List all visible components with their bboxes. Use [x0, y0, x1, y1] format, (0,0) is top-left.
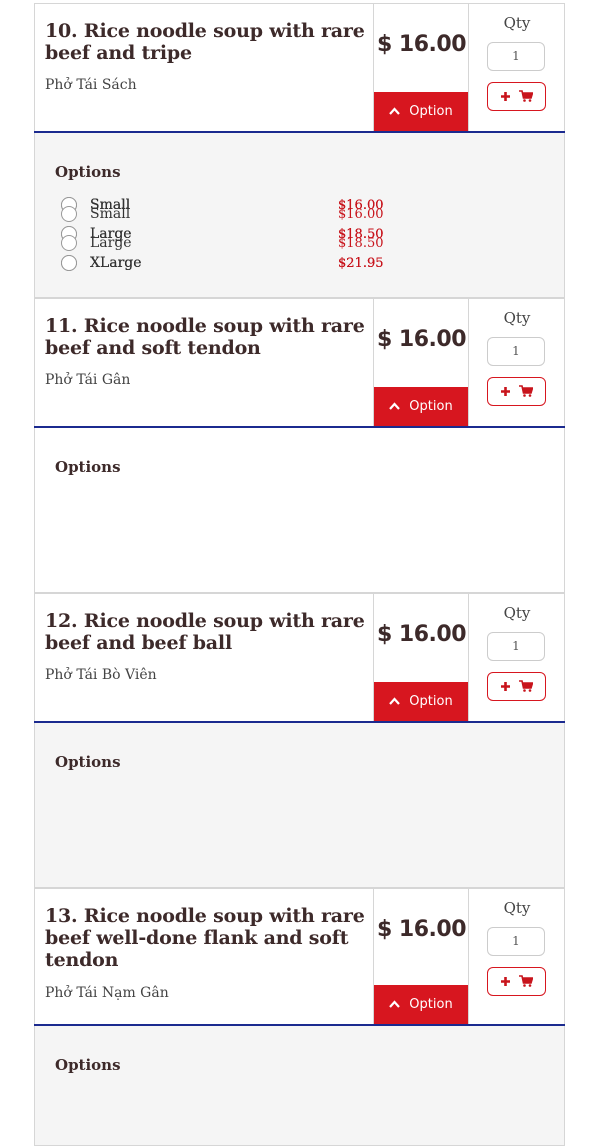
option-toggle-button[interactable]: Option — [374, 92, 468, 131]
item-header: 12. Rice noodle soup with rare beef and … — [34, 593, 565, 721]
item-price: $ 16.00 — [376, 622, 467, 647]
cart-icon — [519, 972, 534, 991]
item-qty-cell: Qty 1 — [469, 4, 565, 131]
option-name: Large — [90, 235, 132, 251]
item-qty-cell: Qty 1 — [469, 299, 565, 426]
item-vietnamese-name: Phở Tái Bò Viên — [45, 667, 157, 683]
item-vietnamese-name: Phở Tái Nạm Gân — [45, 985, 169, 1001]
qty-input[interactable]: 1 — [487, 337, 545, 366]
qty-input[interactable]: 1 — [487, 42, 545, 71]
item-price-cell: $ 16.00 Option — [374, 299, 469, 426]
option-row[interactable]: Small $16.00 — [61, 204, 384, 226]
item-name-cell: 13. Rice noodle soup with rare beef well… — [35, 889, 374, 1024]
qty-input[interactable]: 1 — [487, 632, 545, 661]
qty-input[interactable]: 1 — [487, 927, 545, 956]
radio-button[interactable] — [61, 235, 77, 251]
menu-item: 13. Rice noodle soup with rare beef well… — [34, 206, 565, 1146]
option-price: $16.00 — [338, 207, 384, 222]
option-button-label: Option — [409, 694, 453, 709]
add-to-cart-button[interactable] — [487, 967, 546, 996]
option-toggle-button[interactable]: Option — [374, 985, 468, 1024]
item-title: 10. Rice noodle soup with rare beef and … — [45, 20, 365, 64]
item-price: $ 16.00 — [376, 917, 467, 942]
options-heading: Options — [55, 1056, 121, 1074]
item-name-cell: 11. Rice noodle soup with rare beef and … — [35, 299, 374, 426]
item-price-cell: $ 16.00 Option — [374, 4, 469, 131]
option-row[interactable]: Large $18.50 — [61, 233, 384, 255]
options-panel: Options Small $16.00 Large $18.50 XLarge $21.9… — [34, 197, 565, 888]
option-price: $21.95 — [338, 256, 384, 271]
option-name: XLarge — [90, 255, 142, 271]
cart-icon — [519, 382, 534, 401]
item-vietnamese-name: Phở Tái Sách — [45, 77, 137, 93]
option-toggle-button[interactable]: Option — [374, 387, 468, 426]
plus-icon — [500, 972, 511, 991]
chevron-up-icon — [389, 695, 401, 708]
option-price: $18.50 — [338, 236, 384, 251]
chevron-up-icon — [389, 998, 401, 1011]
qty-label: Qty — [503, 309, 531, 327]
item-price: $ 16.00 — [376, 327, 467, 352]
add-to-cart-button[interactable] — [487, 672, 546, 701]
options-heading: Options — [55, 753, 121, 771]
options-heading: Options — [55, 163, 121, 181]
add-to-cart-button[interactable] — [487, 377, 546, 406]
item-price-cell: $ 16.00 Option — [374, 889, 469, 1024]
options-heading: Options — [55, 458, 121, 476]
menu-item: 12. Rice noodle soup with rare beef and … — [34, 197, 565, 888]
item-header: 13. Rice noodle soup with rare beef well… — [34, 888, 565, 1024]
item-price-cell: $ 16.00 Option — [374, 594, 469, 721]
cart-icon — [519, 87, 534, 106]
item-title: 12. Rice noodle soup with rare beef and … — [45, 610, 365, 654]
item-vietnamese-name: Phở Tái Gân — [45, 372, 131, 388]
option-toggle-button[interactable]: Option — [374, 682, 468, 721]
item-title: 13. Rice noodle soup with rare beef well… — [45, 905, 365, 971]
options-panel: Options Small $16.00 Large $18.50 XLarge $21.9… — [34, 197, 565, 593]
radio-button[interactable] — [61, 255, 77, 271]
item-name-cell: 12. Rice noodle soup with rare beef and … — [35, 594, 374, 721]
option-name: Small — [90, 206, 131, 222]
option-button-label: Option — [409, 997, 453, 1012]
item-title: 11. Rice noodle soup with rare beef and … — [45, 315, 365, 359]
item-header: 10. Rice noodle soup with rare beef and … — [34, 3, 565, 131]
qty-label: Qty — [503, 604, 531, 622]
item-qty-cell: Qty 1 — [469, 889, 565, 1024]
item-header: 11. Rice noodle soup with rare beef and … — [34, 298, 565, 426]
qty-label: Qty — [503, 899, 531, 917]
item-price: $ 16.00 — [376, 32, 467, 57]
option-button-label: Option — [409, 104, 453, 119]
item-qty-cell: Qty 1 — [469, 594, 565, 721]
plus-icon — [500, 382, 511, 401]
menu-item: 11. Rice noodle soup with rare beef and … — [34, 197, 565, 593]
plus-icon — [500, 677, 511, 696]
add-to-cart-button[interactable] — [487, 82, 546, 111]
item-name-cell: 10. Rice noodle soup with rare beef and … — [35, 4, 374, 131]
option-button-label: Option — [409, 399, 453, 414]
chevron-up-icon — [389, 105, 401, 118]
cart-icon — [519, 677, 534, 696]
chevron-up-icon — [389, 400, 401, 413]
qty-label: Qty — [503, 14, 531, 32]
options-panel: Options Small $16.00 Large $18.50 — [34, 206, 565, 1146]
radio-button[interactable] — [61, 206, 77, 222]
option-row[interactable]: XLarge $21.95 — [61, 253, 384, 275]
plus-icon — [500, 87, 511, 106]
